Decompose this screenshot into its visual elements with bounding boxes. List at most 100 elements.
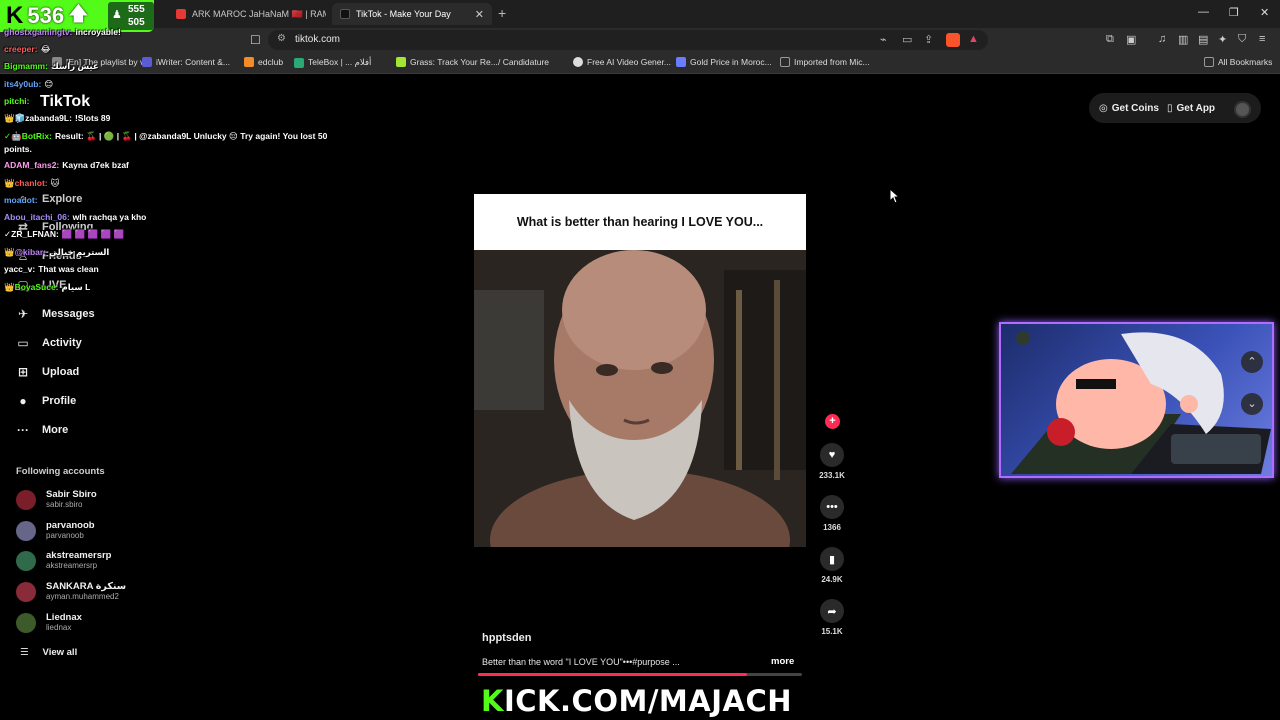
following-account[interactable]: parvanoob parvanoob [16,520,95,541]
view-all-button[interactable]: ☰ View all [20,647,77,658]
close-tab-icon[interactable]: ✕ [475,8,484,21]
kick-banner-k: K [481,684,504,718]
phone-icon: ▯ [1167,102,1173,114]
screenshot-icon[interactable]: ▣ [1126,33,1136,46]
following-account[interactable]: akstreamersrp akstreamersrp [16,550,112,571]
sidebar-item-messages[interactable]: ✈ Messages [16,307,95,321]
account-handle: sabir.sbiro [46,500,83,509]
minimize-button[interactable]: — [1198,6,1209,18]
camera-off-icon[interactable]: ⌁ [880,33,887,46]
more-button[interactable]: more [771,656,794,667]
sub-count-a: 555 [128,4,145,15]
next-video-button[interactable]: ⌄ [1241,393,1263,415]
chat-username: 👑BoyaSuce: [4,282,59,292]
viewer-count: 536 [27,3,65,28]
bookmark-grass[interactable]: Grass: Track Your Re... [396,57,498,67]
chat-message: 👑chanlot: 🐱 [4,178,60,189]
bookmark-label: edclub [258,57,284,67]
account-name: Sabir Sbiro [46,489,97,500]
tiktok-logo[interactable]: TikTok [40,93,90,111]
chat-text: wlh rachqa ya kho [72,212,147,222]
sidebar-item-more[interactable]: ··· More [16,423,68,437]
following-account[interactable]: Liednax liednax [16,612,82,633]
telebox-icon [294,57,304,68]
media-icon[interactable]: ♫ [1158,33,1166,45]
chat-username: pitchi: [4,96,30,106]
get-app-button[interactable]: ▯ Get App [1167,99,1215,117]
chat-username: ✓ZR_LFNAN: [4,229,59,239]
tab-ark-maroc[interactable]: ARK MAROC JaHaNaM 🇲🇦 | RAMA [168,3,326,25]
site-info-icon[interactable]: ⚙ [277,33,286,44]
bookmark-gold-price[interactable]: Gold Price in Moroc... [676,57,772,67]
brave-rewards-icon[interactable]: ▲ [968,33,979,45]
bookmark-iwriter[interactable]: iWriter: Content &... [142,57,230,67]
save-button[interactable]: ▮ 24.9K [820,547,844,584]
sidebar-item-upload[interactable]: ⊞ Upload [16,365,79,379]
chat-text: incroyable! [75,27,121,37]
streamer-webcam-overlay [999,322,1274,478]
get-coins-button[interactable]: ◎ Get Coins [1099,99,1159,117]
bookmark-page-icon[interactable]: ☐ [250,33,261,47]
video-progress-bar[interactable] [478,673,802,676]
following-account[interactable]: Sabir Sbiro sabir.sbiro [16,489,97,510]
restore-button[interactable]: ❐ [1229,6,1239,19]
tab-label: ARK MAROC JaHaNaM 🇲🇦 | RAMA [192,8,326,19]
grass-icon [396,57,406,67]
bookmark-label: TeleBox | ... أفلام [308,57,372,67]
account-handle: parvanoob [46,531,84,540]
sidebar-item-activity[interactable]: ▭ Activity [16,336,81,350]
vpn-icon[interactable]: ⛉ [1238,33,1246,46]
bookmark-imported[interactable]: Imported from Mic... [780,57,870,67]
bookmark-edclub[interactable]: edclub [244,57,283,67]
video-player[interactable]: What is better than hearing I LOVE YOU..… [474,194,806,547]
following-account[interactable]: SANKARA سنكرة ayman.muhammed2 [16,581,126,602]
video-author[interactable]: hpptsden [482,632,532,644]
share-arrow-icon: ➦ [820,599,844,623]
tab-tiktok[interactable]: TikTok - Make Your Day ✕ [332,3,492,25]
bookmark-icon: ▮ [820,547,844,571]
chat-message: 👑BoyaSuce: سيام L [4,282,90,293]
bookmark-free-ai-video[interactable]: Free AI Video Gener... [573,57,671,67]
url-text: tiktok.com [295,34,341,45]
coin-icon: ◎ [1099,102,1108,114]
chat-username: 👑@kibar: [4,247,47,257]
chat-text: 🟪 🟪 🟪 🟪 🟪 [61,229,125,239]
share-icon[interactable]: ⇪ [924,33,933,46]
chat-username: moadot: [4,195,38,205]
chat-username: 👑chanlot: [4,178,48,188]
bookmark-telebox[interactable]: TeleBox | ... أفلام [294,57,371,68]
brave-shields-icon[interactable] [946,33,960,47]
previous-video-button[interactable]: ⌃ [1241,351,1263,373]
new-tab-button[interactable]: + [498,5,506,21]
user-avatar[interactable] [1234,101,1251,118]
heart-icon: ♥ [820,443,844,467]
chat-text: عيش راسك [50,61,99,71]
all-bookmarks-button[interactable]: All Bookmarks [1204,57,1272,67]
like-button[interactable]: ♥ 233.1K [819,443,845,480]
address-bar[interactable]: ⚙ tiktok.com ⌁ ▭ ⇪ ▲ [268,30,988,50]
chat-text: Result: 🍒 | 🟢 | 🍒 | @zabanda9L Unlucky 😔… [4,131,328,154]
window-close-button[interactable]: ✕ [1260,6,1269,19]
follow-button[interactable]: + [825,414,840,429]
sidebar-icon[interactable]: ▥ [1178,33,1188,46]
chat-message: ADAM_fans2: Kayna d7ek bzaf [4,160,129,170]
wallet-icon[interactable]: ▤ [1198,33,1208,46]
activity-icon: ▭ [17,336,29,350]
people-icon: ♟ [112,9,122,21]
chat-message: 👑🧊zabanda9L: !Slots 89 [4,113,110,124]
cast-icon[interactable]: ▭ [902,33,912,46]
kick-banner-text: ICK.COM/MAJACH [503,684,793,718]
bookmark-candidature[interactable]: / Candidature [498,57,549,67]
gold-price-icon [676,57,686,67]
leo-ai-icon[interactable]: ✦ [1218,33,1227,46]
chat-username: ✓🤖BotRix: [4,131,52,141]
more-icon: ··· [17,423,29,437]
chat-text: 🐱 [50,178,60,188]
extensions-icon[interactable]: ⧉ [1106,33,1114,46]
comment-button[interactable]: ••• 1366 [820,495,844,532]
menu-icon[interactable]: ≡ [1259,33,1265,45]
sidebar-item-profile[interactable]: ● Profile [16,394,76,408]
video-caption-overlay: What is better than hearing I LOVE YOU..… [474,194,806,250]
bookmark-label: / Candidature [498,57,550,67]
share-button[interactable]: ➦ 15.1K [820,599,844,636]
